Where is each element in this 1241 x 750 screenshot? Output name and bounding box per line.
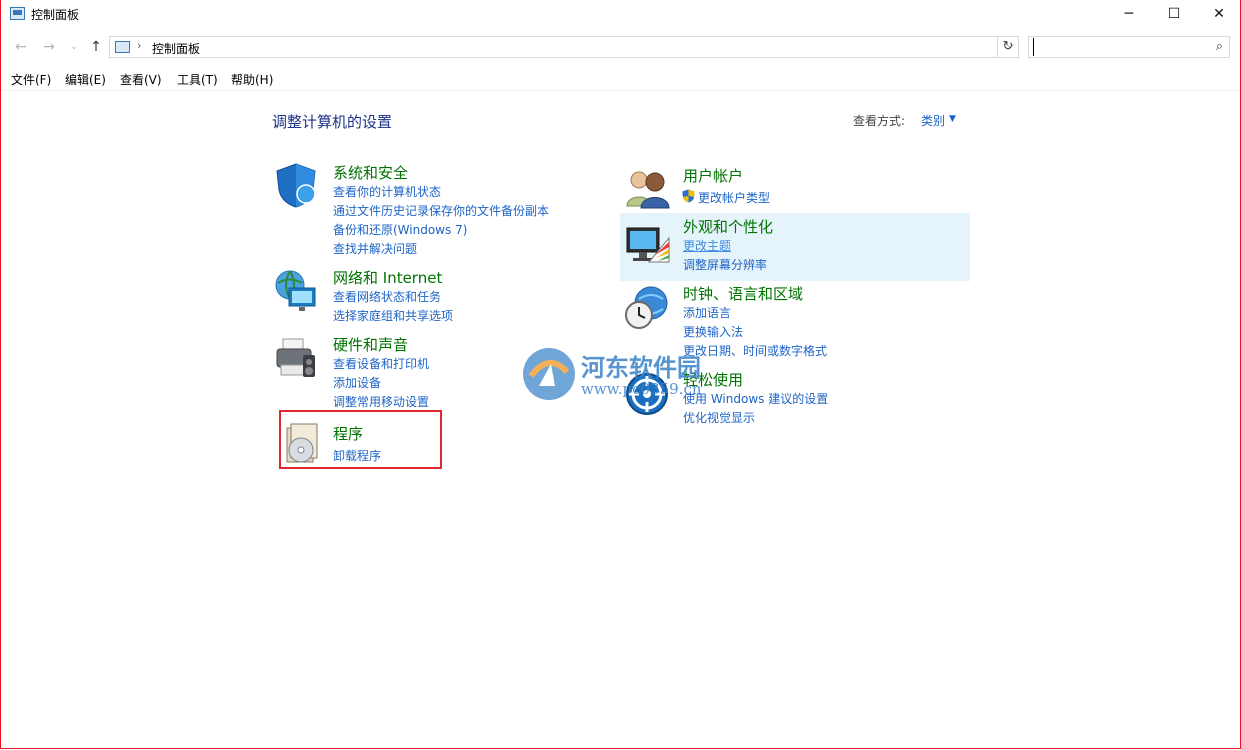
shield-icon[interactable]	[273, 162, 319, 208]
minimize-button[interactable]: ─	[1106, 0, 1152, 29]
breadcrumb-separator-icon: ›	[137, 39, 142, 52]
link-change-account-type[interactable]: 更改帐户类型	[698, 189, 770, 206]
category-user-accounts[interactable]: 用户帐户	[683, 165, 743, 186]
menu-edit[interactable]: 编辑(E)	[65, 71, 106, 88]
link-view-computer-status[interactable]: 查看你的计算机状态	[333, 183, 441, 200]
hover-highlight	[620, 213, 970, 281]
watermark: 河东软件园 www.pc0359.cn	[521, 346, 761, 406]
refresh-button[interactable]: ↻	[997, 36, 1019, 58]
menu-help[interactable]: 帮助(H)	[231, 71, 273, 88]
window-title: 控制面板	[31, 8, 80, 22]
address-bar[interactable]: › 控制面板 ⌵	[109, 36, 1019, 58]
link-troubleshoot[interactable]: 查找并解决问题	[333, 240, 417, 257]
category-appearance-personalization[interactable]: 外观和个性化	[683, 216, 773, 237]
link-add-device[interactable]: 添加设备	[333, 374, 381, 391]
printer-icon[interactable]	[273, 335, 319, 381]
category-programs[interactable]: 程序	[333, 423, 363, 444]
category-system-security[interactable]: 系统和安全	[333, 162, 408, 183]
uac-shield-icon	[682, 189, 695, 203]
link-network-status[interactable]: 查看网络状态和任务	[333, 288, 441, 305]
category-clock-language-region[interactable]: 时钟、语言和区域	[683, 283, 803, 304]
watermark-text: 河东软件园	[581, 353, 701, 382]
menu-view[interactable]: 查看(V)	[120, 71, 162, 88]
forward-arrow-icon[interactable]: →	[40, 38, 58, 56]
clock-globe-icon[interactable]	[623, 285, 669, 331]
link-screen-resolution[interactable]: 调整屏幕分辨率	[683, 256, 767, 273]
control-panel-icon	[10, 7, 25, 20]
link-uninstall-program[interactable]: 卸载程序	[333, 447, 381, 464]
link-change-theme[interactable]: 更改主题	[683, 237, 731, 254]
maximize-button[interactable]: ☐	[1151, 0, 1197, 29]
link-mobility-settings[interactable]: 调整常用移动设置	[333, 393, 429, 410]
title-bar: 控制面板 ─ ☐ ✕	[1, 0, 1241, 30]
network-globe-icon[interactable]	[273, 268, 319, 314]
category-network-internet[interactable]: 网络和 Internet	[333, 267, 442, 288]
link-homegroup-sharing[interactable]: 选择家庭组和共享选项	[333, 307, 453, 324]
link-change-input-method[interactable]: 更换输入法	[683, 323, 743, 340]
monitor-palette-icon[interactable]	[625, 222, 671, 268]
link-devices-printers[interactable]: 查看设备和打印机	[333, 355, 429, 372]
view-by-dropdown[interactable]: 类别	[921, 112, 945, 129]
link-backup-restore[interactable]: 备份和还原(Windows 7)	[333, 221, 467, 238]
link-add-language[interactable]: 添加语言	[683, 304, 731, 321]
control-panel-icon	[115, 41, 130, 53]
programs-disc-icon[interactable]	[281, 422, 327, 468]
view-by-label: 查看方式:	[853, 114, 906, 128]
close-button[interactable]: ✕	[1196, 0, 1241, 29]
link-file-history-backup[interactable]: 通过文件历史记录保存你的文件备份副本	[333, 202, 549, 219]
menu-bar: 文件(F) 编辑(E) 查看(V) 工具(T) 帮助(H)	[1, 66, 1240, 91]
users-icon[interactable]	[625, 166, 671, 212]
control-panel-window: 控制面板 ─ ☐ ✕ ← → ⌄ ↑ › 控制面板 ⌵ ↻ ⌕ 文件(F) 编辑…	[0, 0, 1241, 749]
breadcrumb-control-panel[interactable]: 控制面板	[152, 40, 200, 57]
search-icon[interactable]: ⌕	[1216, 39, 1223, 54]
watermark-url: www.pc0359.cn	[581, 380, 702, 398]
menu-file[interactable]: 文件(F)	[11, 71, 51, 88]
back-arrow-icon[interactable]: ←	[12, 38, 30, 56]
page-title: 调整计算机的设置	[272, 113, 393, 131]
search-input[interactable]	[1033, 38, 1204, 56]
view-by-caret-icon[interactable]: ▼	[949, 114, 956, 124]
watermark-logo-icon	[523, 348, 575, 400]
up-arrow-icon[interactable]: ↑	[87, 38, 105, 56]
search-box[interactable]: ⌕	[1028, 36, 1230, 58]
recent-locations-chevron-icon[interactable]: ⌄	[65, 38, 83, 56]
link-optimize-visual-display[interactable]: 优化视觉显示	[683, 409, 755, 426]
category-hardware-sound[interactable]: 硬件和声音	[333, 334, 408, 355]
menu-tools[interactable]: 工具(T)	[177, 71, 218, 88]
